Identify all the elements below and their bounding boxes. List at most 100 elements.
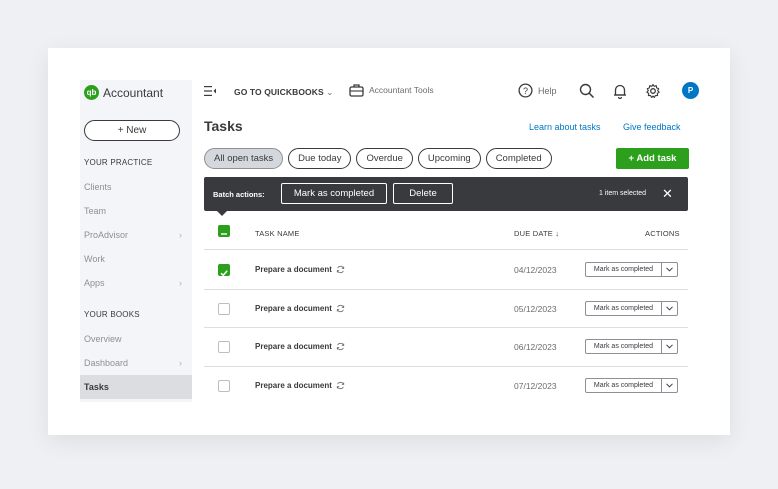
table-header: TASK NAME DUE DATE ↓ ACTIONS (204, 216, 688, 250)
indeterminate-icon (221, 233, 227, 235)
top-bar: GO TO QUICKBOOKS ⌄ Accountant Tools ? He… (192, 80, 700, 104)
row-checkbox[interactable] (218, 264, 230, 277)
give-feedback-link[interactable]: Give feedback (623, 122, 681, 132)
selected-count: 1 item selected (599, 190, 647, 197)
batch-actions-label: Batch actions: (213, 190, 265, 199)
task-name-label: Prepare a document (255, 342, 332, 351)
chevron-down-icon[interactable] (662, 340, 677, 353)
column-actions: ACTIONS (645, 229, 680, 238)
learn-about-tasks-link[interactable]: Learn about tasks (529, 122, 601, 132)
recurring-icon (336, 381, 345, 389)
sidebar-item-label: Dashboard (84, 358, 129, 368)
app-logo[interactable]: qb Accountant (84, 85, 163, 100)
sidebar-item-clients[interactable]: Clients (80, 175, 192, 199)
batch-mark-completed-button[interactable]: Mark as completed (281, 183, 387, 204)
sidebar-item-overview[interactable]: Overview (80, 327, 192, 351)
task-name[interactable]: Prepare a document (255, 342, 345, 351)
sidebar-item-label: Apps (84, 278, 105, 288)
accountant-tools-button[interactable]: Accountant Tools (349, 83, 434, 97)
due-date: 07/12/2023 (514, 380, 557, 391)
briefcase-icon (349, 84, 364, 97)
recurring-icon (336, 265, 345, 274)
sidebar-item-label: Clients (84, 182, 112, 192)
chevron-down-icon[interactable] (662, 263, 677, 276)
sidebar-item-work[interactable]: Work (80, 247, 192, 271)
task-name-label: Prepare a document (255, 303, 332, 313)
row-checkbox[interactable] (218, 379, 230, 392)
table-row: Prepare a document 06/12/2023 Mark as co… (204, 328, 688, 367)
filter-pills: All open tasks Due today Overdue Upcomin… (204, 148, 552, 169)
chevron-right-icon: › (179, 278, 182, 288)
help-icon: ? (518, 83, 533, 98)
add-task-button[interactable]: + Add task (616, 148, 689, 169)
row-action-split-button: Mark as completed (585, 377, 678, 393)
mark-completed-button[interactable]: Mark as completed (586, 301, 662, 315)
due-date: 04/12/2023 (514, 265, 557, 275)
sidebar-item-label: Tasks (84, 382, 109, 392)
gear-icon[interactable] (645, 83, 661, 99)
chevron-down-icon: ⌄ (326, 87, 334, 97)
task-name-label: Prepare a document (255, 265, 332, 274)
chevron-down-icon[interactable] (662, 302, 677, 315)
recurring-icon (336, 342, 345, 351)
batch-delete-button[interactable]: Delete (393, 183, 453, 204)
sidebar-item-label: Work (84, 254, 105, 264)
collapse-menu-icon[interactable] (204, 86, 216, 96)
sidebar-item-label: ProAdvisor (84, 230, 129, 240)
due-date: 05/12/2023 (514, 303, 557, 314)
sidebar-item-label: Team (84, 206, 107, 216)
filter-all-open-tasks[interactable]: All open tasks (204, 148, 284, 169)
table-row: Prepare a document 04/12/2023 Mark as co… (204, 251, 688, 290)
task-name[interactable]: Prepare a document (255, 381, 345, 390)
sidebar-item-proadvisor[interactable]: ProAdvisor › (80, 223, 192, 247)
help-label: Help (538, 85, 557, 96)
go-to-quickbooks-menu[interactable]: GO TO QUICKBOOKS ⌄ (234, 87, 333, 98)
row-checkbox[interactable] (218, 302, 230, 315)
avatar[interactable]: P (682, 82, 699, 99)
app-window: qb Accountant + New YOUR PRACTICE Client… (80, 80, 700, 402)
row-action-split-button: Mark as completed (585, 300, 678, 316)
mark-completed-button[interactable]: Mark as completed (586, 263, 662, 276)
column-due-date[interactable]: DUE DATE ↓ (514, 229, 559, 238)
sidebar-item-label: Overview (84, 334, 122, 344)
filter-completed[interactable]: Completed (485, 148, 552, 169)
batch-actions-bar: Batch actions: Mark as completed Delete … (204, 177, 688, 211)
due-date: 06/12/2023 (514, 342, 557, 352)
chevron-down-icon[interactable] (662, 379, 677, 392)
filter-overdue[interactable]: Overdue (356, 148, 413, 169)
svg-text:?: ? (523, 86, 528, 96)
column-task-name[interactable]: TASK NAME (255, 229, 300, 238)
task-name[interactable]: Prepare a document (255, 265, 345, 274)
new-button[interactable]: + New (84, 120, 180, 141)
filter-upcoming[interactable]: Upcoming (417, 148, 481, 169)
bell-icon[interactable] (612, 83, 628, 99)
search-icon[interactable] (579, 83, 595, 99)
sidebar-item-dashboard[interactable]: Dashboard › (80, 351, 192, 375)
section-your-books: YOUR BOOKS (84, 310, 140, 319)
mark-completed-button[interactable]: Mark as completed (586, 378, 662, 392)
filter-due-today[interactable]: Due today (288, 148, 352, 169)
row-checkbox[interactable] (218, 341, 230, 353)
select-all-checkbox[interactable] (218, 225, 230, 237)
mark-completed-button[interactable]: Mark as completed (586, 340, 662, 353)
quickbooks-logo-icon: qb (84, 85, 99, 100)
app-name: Accountant (103, 85, 164, 100)
row-action-split-button: Mark as completed (585, 339, 678, 354)
table-row: Prepare a document 07/12/2023 Mark as co… (204, 367, 688, 403)
section-your-practice: YOUR PRACTICE (84, 158, 153, 167)
chevron-right-icon: › (179, 358, 182, 368)
sidebar-item-apps[interactable]: Apps › (80, 271, 192, 295)
sidebar: qb Accountant + New YOUR PRACTICE Client… (80, 80, 192, 402)
task-name[interactable]: Prepare a document (255, 304, 345, 313)
accountant-tools-label: Accountant Tools (369, 85, 434, 95)
close-icon[interactable]: ✕ (662, 186, 673, 202)
chevron-right-icon: › (179, 230, 182, 240)
sidebar-item-team[interactable]: Team (80, 199, 192, 223)
sidebar-item-tasks[interactable]: Tasks (80, 375, 192, 399)
help-button[interactable]: ? Help (518, 83, 557, 98)
checkmark-icon (220, 270, 228, 277)
row-action-split-button: Mark as completed (585, 262, 678, 277)
recurring-icon (336, 304, 345, 312)
go-to-quickbooks-label: GO TO QUICKBOOKS (234, 87, 324, 97)
page-title: Tasks (204, 118, 243, 134)
